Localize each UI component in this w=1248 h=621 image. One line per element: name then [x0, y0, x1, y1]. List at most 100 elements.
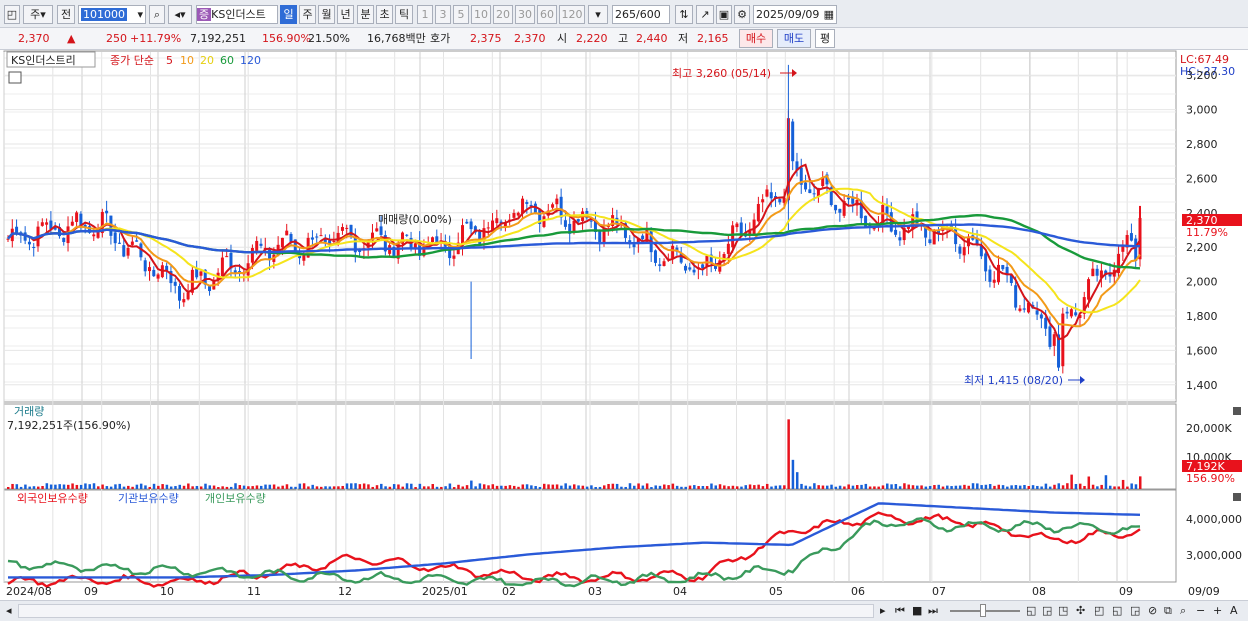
search-icon[interactable]: ⌕	[149, 5, 165, 24]
volume-bar	[1139, 476, 1142, 489]
draw-icon[interactable]: ↗	[696, 5, 714, 24]
interval-10[interactable]: 10	[471, 5, 491, 24]
count-field[interactable]: 265/600	[612, 5, 670, 24]
calendar-icon[interactable]: ▦	[824, 6, 834, 23]
volume-bar	[538, 486, 542, 489]
gear-icon[interactable]: ⚙	[734, 5, 750, 24]
volume-bar	[259, 485, 263, 489]
window-icon-b[interactable]: ◲	[1042, 604, 1052, 618]
x-tick-label: 11	[247, 585, 261, 598]
x-tick-label: 03	[588, 585, 602, 598]
period-minute[interactable]: 분	[357, 5, 374, 24]
compare-icon[interactable]: ⇅	[675, 5, 693, 24]
volume-close-icon[interactable]	[1233, 407, 1241, 415]
crosshair-icon[interactable]: ✣	[1076, 604, 1085, 618]
volume-bar	[54, 484, 57, 489]
volume-bar	[624, 486, 627, 489]
prev-next-icon[interactable]: ◂▾	[168, 5, 192, 24]
interval-60[interactable]: 60	[537, 5, 557, 24]
candle-body	[122, 245, 126, 257]
market-select[interactable]: 주▾	[23, 5, 53, 24]
interval-3[interactable]: 3	[435, 5, 451, 24]
volume-bar	[701, 486, 705, 489]
stop-icon[interactable]: ■	[912, 604, 922, 618]
volume-bar	[710, 483, 713, 489]
window-icon[interactable]: ◰	[4, 5, 20, 24]
font-size-icon[interactable]: A	[1230, 604, 1238, 618]
code-input[interactable]: 101000 ▾	[78, 5, 146, 24]
plus-icon[interactable]: +	[1213, 604, 1222, 618]
eval-button[interactable]: 평	[815, 29, 835, 48]
interval-30[interactable]: 30	[515, 5, 535, 24]
count-value: 265	[615, 8, 636, 21]
window-icon-a[interactable]: ◱	[1026, 604, 1036, 618]
date-field[interactable]: 2025/09/09 ▦	[753, 5, 837, 24]
holder-line-1	[8, 502, 1141, 579]
interval-5[interactable]: 5	[453, 5, 469, 24]
window-icon-d[interactable]: ◰	[1094, 604, 1104, 618]
scroll-right-icon[interactable]: ▸	[880, 604, 886, 618]
sell-button[interactable]: 매도	[777, 29, 811, 48]
window-icon-e[interactable]: ◱	[1112, 604, 1122, 618]
period-month[interactable]: 월	[318, 5, 335, 24]
last-page-icon[interactable]: ⏭	[928, 604, 938, 618]
candle-body	[315, 236, 319, 238]
volume-bar	[362, 483, 366, 489]
candle-body	[302, 254, 306, 261]
scroll-left-icon[interactable]: ◂	[6, 604, 12, 618]
buy-button[interactable]: 매수	[739, 29, 773, 48]
scrollbar-track[interactable]	[18, 604, 874, 618]
period-year[interactable]: 년	[337, 5, 354, 24]
candle-body	[310, 237, 314, 240]
change-value: 250	[106, 32, 127, 45]
interval-dropdown[interactable]: ▾	[588, 5, 608, 24]
holder-close-icon[interactable]	[1233, 493, 1241, 501]
volume-bar	[37, 486, 40, 489]
first-page-icon[interactable]: ⏮	[895, 604, 905, 618]
zoom-handle[interactable]	[980, 604, 986, 617]
minus-icon[interactable]: −	[1196, 604, 1205, 618]
period-second[interactable]: 초	[376, 5, 393, 24]
candle-body	[1074, 312, 1078, 316]
candle-body	[962, 247, 966, 256]
table-icon[interactable]	[8, 71, 22, 84]
volume-bar	[62, 484, 66, 489]
volume-bar	[11, 483, 14, 489]
copy-icon[interactable]: ⧉	[1164, 604, 1172, 618]
candle-body	[658, 264, 662, 266]
candle-body	[40, 222, 44, 226]
candle-body	[1095, 268, 1099, 276]
zoom-icon[interactable]: ⌕	[1180, 604, 1186, 618]
volume-bar	[161, 484, 164, 489]
link-icon[interactable]: ⊘	[1148, 604, 1157, 618]
window-icon-c[interactable]: ◳	[1058, 604, 1068, 618]
stock-chart[interactable]: KS인더스트리 종가 단순 5 10 20 60 120 LC:67.49 HC…	[0, 50, 1248, 600]
volume-bar	[748, 484, 752, 489]
count-total: /600	[636, 8, 661, 21]
volume-bar	[898, 486, 902, 489]
candle-body	[1018, 308, 1022, 311]
candle-body	[250, 247, 254, 263]
volume-bar	[542, 483, 546, 489]
interval-20[interactable]: 20	[493, 5, 513, 24]
high-annotation: 최고 3,260 (05/14)	[672, 67, 771, 80]
volume-bar	[1053, 484, 1056, 489]
period-tick[interactable]: 틱	[395, 5, 413, 24]
stock-name-field[interactable]: 증 KS인더스트	[196, 5, 278, 24]
volume-bar	[984, 484, 988, 489]
period-day[interactable]: 일	[280, 5, 297, 24]
stock-name: KS인더스트	[211, 8, 266, 21]
all-button[interactable]: 전	[57, 5, 75, 24]
volume-bar	[118, 483, 121, 489]
volume-bar	[800, 483, 803, 489]
candle-body	[761, 199, 765, 203]
interval-1[interactable]: 1	[417, 5, 433, 24]
candle-body	[1052, 334, 1056, 346]
candle-body	[220, 257, 224, 277]
candle-body	[683, 265, 687, 271]
period-week[interactable]: 주	[299, 5, 316, 24]
save-icon[interactable]: ▣	[716, 5, 732, 24]
interval-120[interactable]: 120	[559, 5, 585, 24]
window-icon-f[interactable]: ◲	[1130, 604, 1140, 618]
volume-title: 거래량	[14, 405, 44, 418]
